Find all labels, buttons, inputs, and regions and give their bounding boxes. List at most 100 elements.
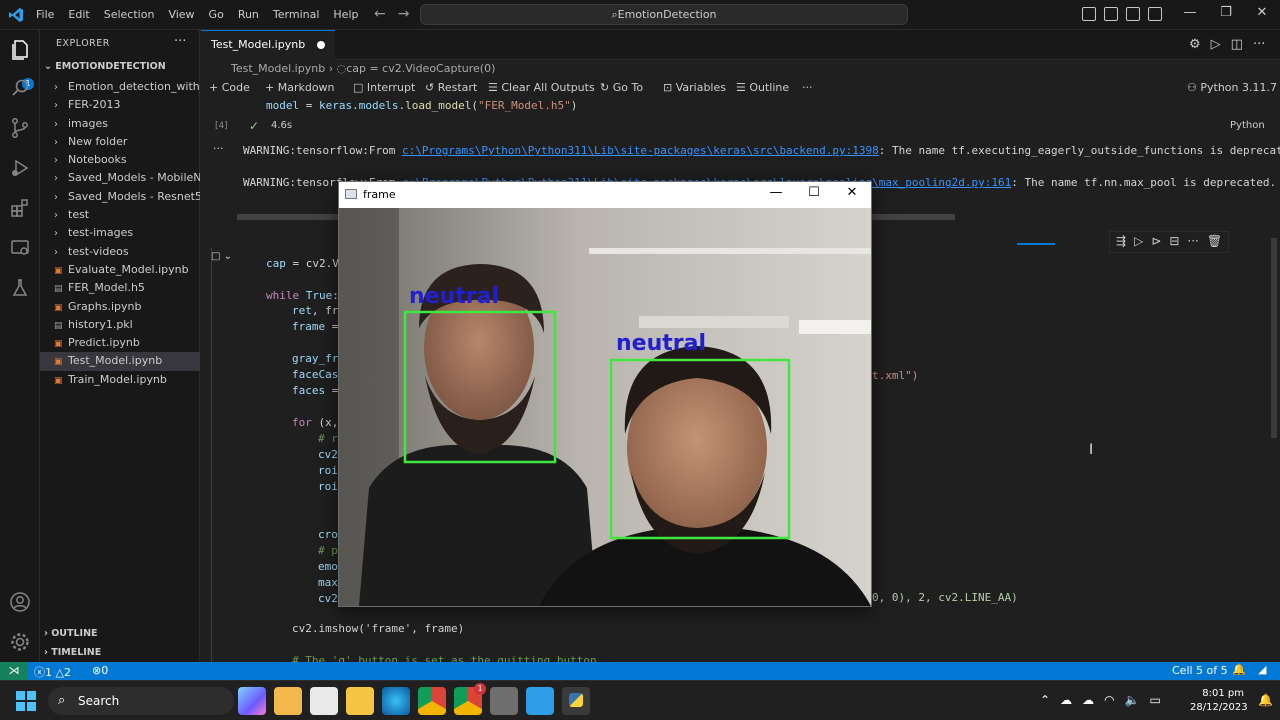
code-line-tail[interactable]: 0, 0), 2, cv2.LINE_AA) bbox=[872, 591, 1018, 604]
interrupt-button[interactable]: □ Interrupt bbox=[353, 81, 415, 94]
tree-item-notebook[interactable]: ▣ Predict.ipynb bbox=[40, 334, 200, 352]
code-line-tail[interactable]: t.xml") bbox=[872, 369, 918, 382]
manage-gear-icon[interactable] bbox=[8, 630, 32, 654]
tree-item-notebook[interactable]: ▣ Graphs.ipynb bbox=[40, 298, 200, 316]
restore-window-icon[interactable]: ❐ bbox=[1208, 5, 1244, 20]
tree-item-folder[interactable]: › images bbox=[40, 115, 200, 133]
more-actions-icon[interactable]: ··· bbox=[1253, 37, 1265, 52]
tree-item-folder[interactable]: › test bbox=[40, 206, 200, 224]
restart-button[interactable]: ↺ Restart bbox=[425, 81, 477, 94]
tree-item-folder[interactable]: › Saved_Models - Resnet50 bbox=[40, 188, 200, 206]
copilot-icon[interactable] bbox=[238, 687, 266, 715]
warning-path-link[interactable]: c:\Programs\Python\Python311\Lib\site-pa… bbox=[402, 144, 879, 157]
outline-section-header[interactable]: › OUTLINE bbox=[44, 628, 98, 639]
code-line[interactable]: cv2.imshow('frame', frame) bbox=[292, 622, 464, 635]
toolbar-more-icon[interactable]: ··· bbox=[802, 81, 813, 94]
timeline-section-header[interactable]: › TIMELINE bbox=[44, 647, 101, 658]
toggle-secondary-sidebar-icon[interactable] bbox=[1126, 7, 1140, 21]
toggle-primary-sidebar-icon[interactable] bbox=[1082, 7, 1096, 21]
notification-bell-icon[interactable]: 🔔 bbox=[1258, 693, 1273, 707]
more-actions-icon[interactable]: ··· bbox=[174, 34, 186, 49]
tree-item-notebook-active[interactable]: ▣ Test_Model.ipynb bbox=[40, 352, 200, 371]
tree-item-folder[interactable]: › Saved_Models - MobileN... bbox=[40, 169, 200, 187]
testing-flask-icon[interactable] bbox=[8, 276, 32, 300]
notifications-bell-icon[interactable]: 🔔 bbox=[1232, 663, 1246, 676]
widgets-icon[interactable] bbox=[274, 687, 302, 715]
command-center-search[interactable]: ⌕EmotionDetection bbox=[420, 4, 908, 25]
kernel-picker[interactable]: ⚇ Python 3.11.7 bbox=[1187, 81, 1277, 94]
file-explorer-icon[interactable] bbox=[346, 687, 374, 715]
tree-item-folder[interactable]: › FER-2013 bbox=[40, 96, 200, 114]
taskbar-search[interactable]: ⌕ Search bbox=[48, 687, 234, 715]
notebook-settings-gear-icon[interactable]: ⚙ bbox=[1189, 37, 1201, 52]
github-desktop-icon[interactable] bbox=[490, 687, 518, 715]
unsaved-dot-icon[interactable] bbox=[317, 41, 325, 49]
code-line[interactable]: for (x, bbox=[292, 416, 338, 429]
output-more-icon[interactable]: ··· bbox=[213, 142, 224, 155]
workspace-root[interactable]: ⌄ EMOTIONDETECTION bbox=[44, 61, 166, 72]
menu-help[interactable]: Help bbox=[333, 8, 358, 21]
close-window-icon[interactable]: ✕ bbox=[1244, 5, 1280, 20]
menu-terminal[interactable]: Terminal bbox=[273, 8, 320, 21]
chrome-icon[interactable] bbox=[418, 687, 446, 715]
code-line[interactable]: model = keras.models.load_model("FER_Mod… bbox=[266, 99, 577, 112]
forward-arrow-icon[interactable]: → bbox=[398, 6, 410, 22]
vscode-taskbar-icon[interactable] bbox=[526, 687, 554, 715]
cell-language[interactable]: Python bbox=[1230, 120, 1265, 131]
edge-icon[interactable] bbox=[382, 687, 410, 715]
volume-icon[interactable]: 🔈 bbox=[1125, 693, 1140, 707]
run-debug-icon[interactable] bbox=[8, 156, 32, 180]
code-line[interactable]: cap = cv2.V bbox=[266, 257, 339, 270]
frame-titlebar[interactable]: frame — ☐ ✕ bbox=[339, 182, 871, 208]
source-control-icon[interactable] bbox=[8, 116, 32, 140]
cell-position[interactable]: Cell 5 of 5 bbox=[1172, 664, 1228, 677]
editor-vertical-scrollbar[interactable] bbox=[1271, 238, 1277, 438]
remote-explorer-icon[interactable] bbox=[8, 236, 32, 260]
cloud-icon[interactable]: ☁ bbox=[1060, 693, 1072, 707]
variables-button[interactable]: ⊡ Variables bbox=[663, 81, 726, 94]
menu-edit[interactable]: Edit bbox=[68, 8, 89, 21]
opencv-frame-window[interactable]: frame — ☐ ✕ neutral neutral bbox=[338, 181, 872, 607]
accounts-icon[interactable]: ◢ bbox=[1258, 663, 1266, 676]
windows-start-icon[interactable] bbox=[16, 691, 36, 711]
code-line[interactable]: while True: bbox=[266, 289, 339, 302]
tab-test-model[interactable]: Test_Model.ipynb bbox=[201, 30, 335, 60]
add-markdown-cell-button[interactable]: + Markdown bbox=[265, 81, 335, 94]
tree-item-folder[interactable]: › New folder bbox=[40, 133, 200, 151]
tree-item-file[interactable]: ▤ history1.pkl bbox=[40, 316, 200, 334]
close-window-icon[interactable]: ✕ bbox=[833, 185, 871, 200]
code-line[interactable]: ret, fr bbox=[292, 304, 338, 317]
problems-indicator[interactable]: ⓧ1 △2 bbox=[34, 664, 71, 680]
code-line[interactable]: faceCas bbox=[292, 368, 338, 381]
menu-go[interactable]: Go bbox=[209, 8, 224, 21]
breadcrumb-file[interactable]: Test_Model.ipynb bbox=[231, 62, 325, 75]
wifi-icon[interactable]: ◠ bbox=[1104, 693, 1114, 707]
tree-item-folder[interactable]: › Notebooks bbox=[40, 151, 200, 169]
go-to-button[interactable]: ↻ Go To bbox=[600, 81, 643, 94]
clear-all-outputs-button[interactable]: ☰ Clear All Outputs bbox=[488, 81, 595, 94]
search-icon[interactable] bbox=[8, 76, 32, 100]
battery-icon[interactable]: ▭ bbox=[1150, 693, 1161, 707]
code-line[interactable]: gray_fr bbox=[292, 352, 338, 365]
minimize-window-icon[interactable]: — bbox=[1172, 5, 1208, 20]
tree-item-notebook[interactable]: ▣ Train_Model.ipynb bbox=[40, 371, 200, 389]
breadcrumb-symbol[interactable]: cap = cv2.VideoCapture(0) bbox=[346, 62, 495, 75]
menu-view[interactable]: View bbox=[168, 8, 194, 21]
tree-item-file[interactable]: ▤ FER_Model.h5 bbox=[40, 279, 200, 297]
python-window-icon[interactable] bbox=[562, 687, 590, 715]
tree-item-folder[interactable]: › test-videos bbox=[40, 243, 200, 261]
back-arrow-icon[interactable]: ← bbox=[374, 6, 386, 22]
code-line[interactable]: frame = bbox=[292, 320, 338, 333]
taskbar-clock[interactable]: 8:01 pm 28/12/2023 bbox=[1190, 687, 1248, 715]
code-line[interactable]: roi bbox=[318, 464, 338, 477]
onedrive-icon[interactable]: ☁ bbox=[1082, 693, 1094, 707]
chevron-up-icon[interactable]: ⌃ bbox=[1040, 693, 1050, 707]
explorer-icon[interactable] bbox=[8, 38, 32, 62]
tree-item-folder[interactable]: › Emotion_detection_with_... bbox=[40, 78, 200, 96]
customize-layout-icon[interactable] bbox=[1148, 7, 1162, 21]
menu-run[interactable]: Run bbox=[238, 8, 259, 21]
cell-gutter-icon[interactable]: □ ⌄ bbox=[211, 251, 232, 262]
account-icon[interactable] bbox=[8, 590, 32, 614]
code-line[interactable]: faces = bbox=[292, 384, 338, 397]
menu-selection[interactable]: Selection bbox=[104, 8, 155, 21]
